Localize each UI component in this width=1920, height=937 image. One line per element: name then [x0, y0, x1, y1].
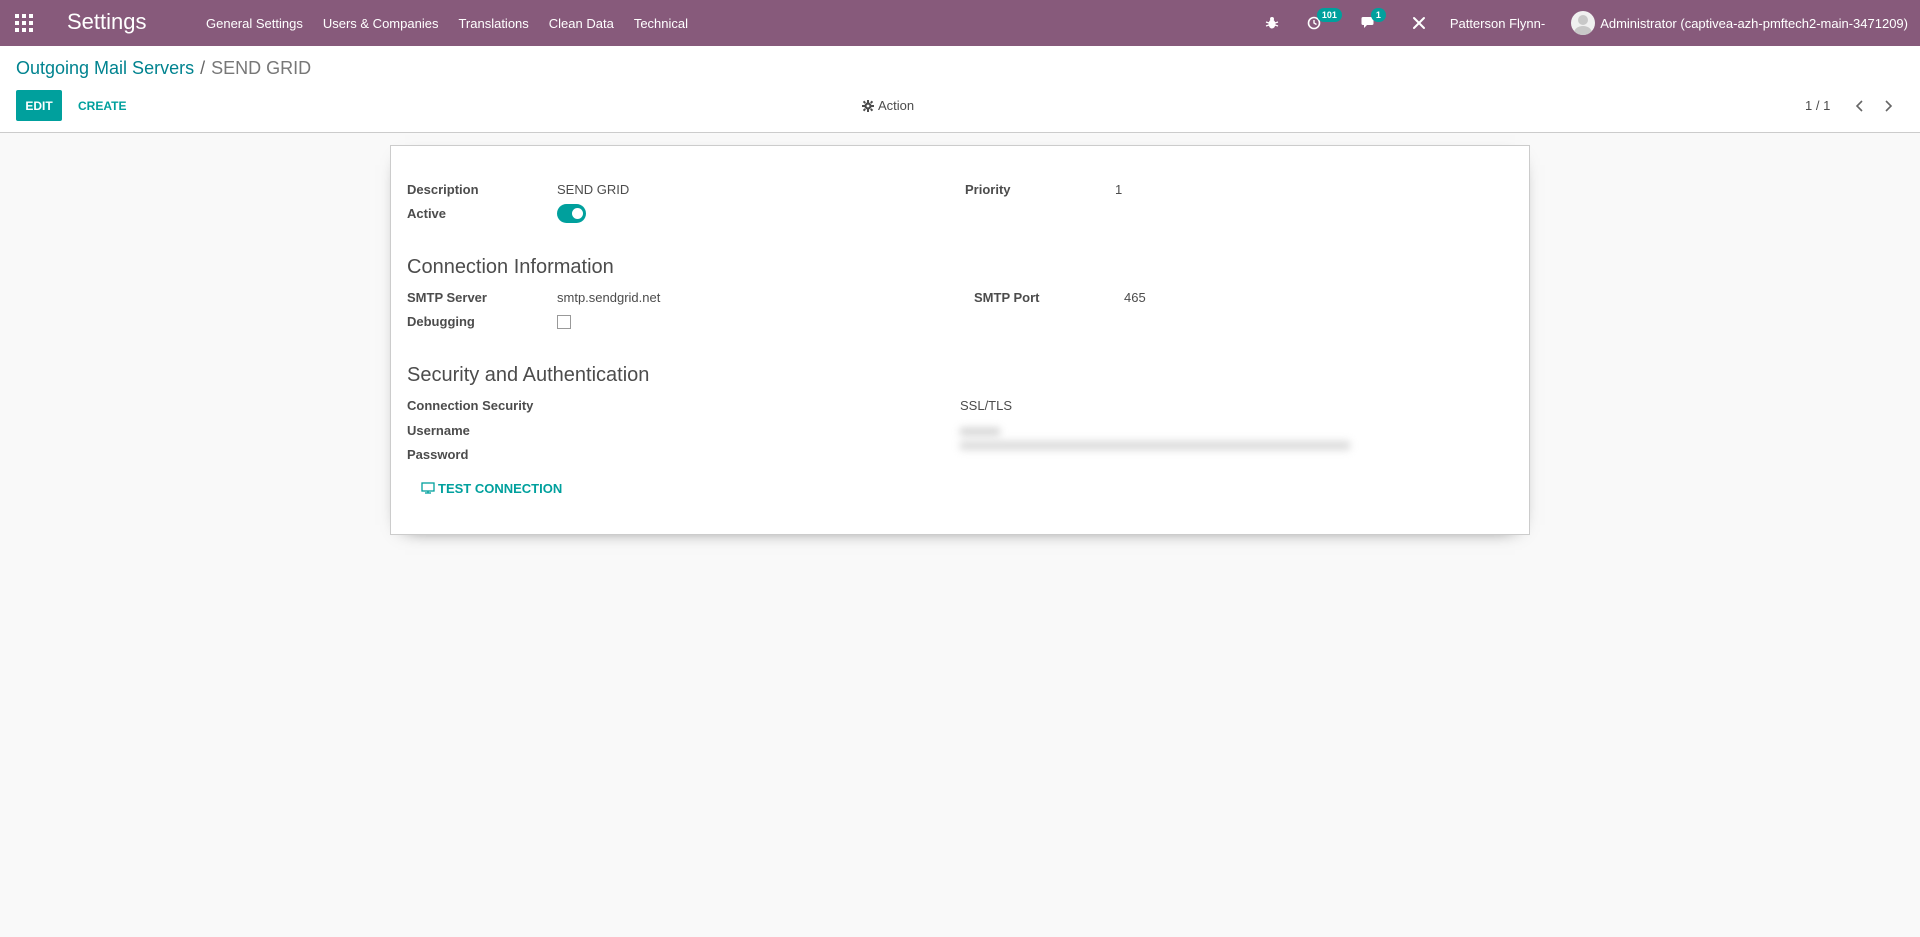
messages-chat-icon[interactable]: 1: [1361, 8, 1386, 30]
menu-clean-data[interactable]: Clean Data: [539, 16, 624, 31]
description-label: Description: [407, 182, 479, 197]
breadcrumb: Outgoing Mail Servers / SEND GRID: [16, 58, 311, 79]
top-menu: General Settings Users & Companies Trans…: [196, 0, 698, 46]
credentials-redacted-area: [960, 428, 1360, 456]
action-label: Action: [878, 98, 915, 113]
priority-value: 1: [1115, 182, 1123, 197]
activity-clock-icon[interactable]: 101: [1307, 8, 1342, 30]
menu-translations[interactable]: Translations: [448, 16, 538, 31]
smtp-port-label: SMTP Port: [974, 290, 1040, 305]
pager-next-icon[interactable]: [1878, 96, 1898, 116]
connection-security-label: Connection Security: [407, 398, 534, 413]
top-navbar: Settings General Settings Users & Compan…: [0, 0, 1920, 46]
activity-count-badge: 101: [1316, 8, 1342, 22]
edit-button[interactable]: EDIT: [16, 90, 62, 121]
app-title[interactable]: Settings: [67, 9, 147, 35]
connection-information-title: Connection Information: [407, 256, 614, 278]
pager-previous-icon[interactable]: [1850, 96, 1870, 116]
menu-general-settings[interactable]: General Settings: [196, 16, 313, 31]
smtp-server-value: smtp.sendgrid.net: [557, 290, 661, 305]
username-label: Username: [407, 423, 470, 438]
connection-security-value: SSL/TLS: [960, 398, 1013, 413]
apps-grid-icon[interactable]: [15, 14, 33, 32]
pager-value: 1 / 1: [1805, 98, 1831, 113]
user-name: Administrator (captivea-azh-pmftech2-mai…: [1600, 15, 1908, 31]
control-panel: Outgoing Mail Servers / SEND GRID EDIT CRE…: [0, 46, 1920, 133]
breadcrumb-current: SEND GRID: [211, 58, 312, 78]
action-dropdown[interactable]: Action: [862, 98, 914, 113]
test-connection-button[interactable]: TEST CONNECTION: [417, 476, 566, 500]
monitor-icon: [421, 482, 435, 494]
active-label: Active: [407, 206, 447, 221]
avatar: [1571, 11, 1596, 35]
messages-count-badge: 1: [1370, 8, 1386, 22]
systray: 101 1 Patterson Flynn- Administrator (ca…: [1265, 0, 1920, 46]
test-connection-label: TEST CONNECTION: [438, 480, 563, 496]
priority-label: Priority: [965, 182, 1011, 197]
debugging-label: Debugging: [407, 314, 475, 329]
security-authentication-title: Security and Authentication: [407, 364, 650, 386]
company-switcher[interactable]: Patterson Flynn-: [1450, 16, 1545, 31]
breadcrumb-outgoing-mail-servers[interactable]: Outgoing Mail Servers: [16, 58, 194, 78]
menu-technical[interactable]: Technical: [624, 16, 698, 31]
user-menu[interactable]: Administrator (captivea-azh-pmftech2-mai…: [1571, 11, 1908, 35]
smtp-port-value: 465: [1124, 290, 1146, 305]
breadcrumb-separator: /: [200, 58, 206, 78]
description-value: SEND GRID: [557, 182, 630, 197]
debugging-checkbox[interactable]: [557, 315, 571, 329]
password-label: Password: [407, 447, 469, 462]
form-sheet: Description SEND GRID Priority 1 Active …: [390, 145, 1530, 535]
smtp-server-label: SMTP Server: [407, 290, 487, 305]
tools-icon[interactable]: [1412, 16, 1426, 30]
active-toggle[interactable]: [557, 204, 586, 223]
gear-icon: [862, 99, 874, 112]
create-button[interactable]: CREATE: [68, 90, 136, 121]
debug-bug-icon[interactable]: [1265, 16, 1279, 30]
menu-users-companies[interactable]: Users & Companies: [313, 16, 449, 31]
